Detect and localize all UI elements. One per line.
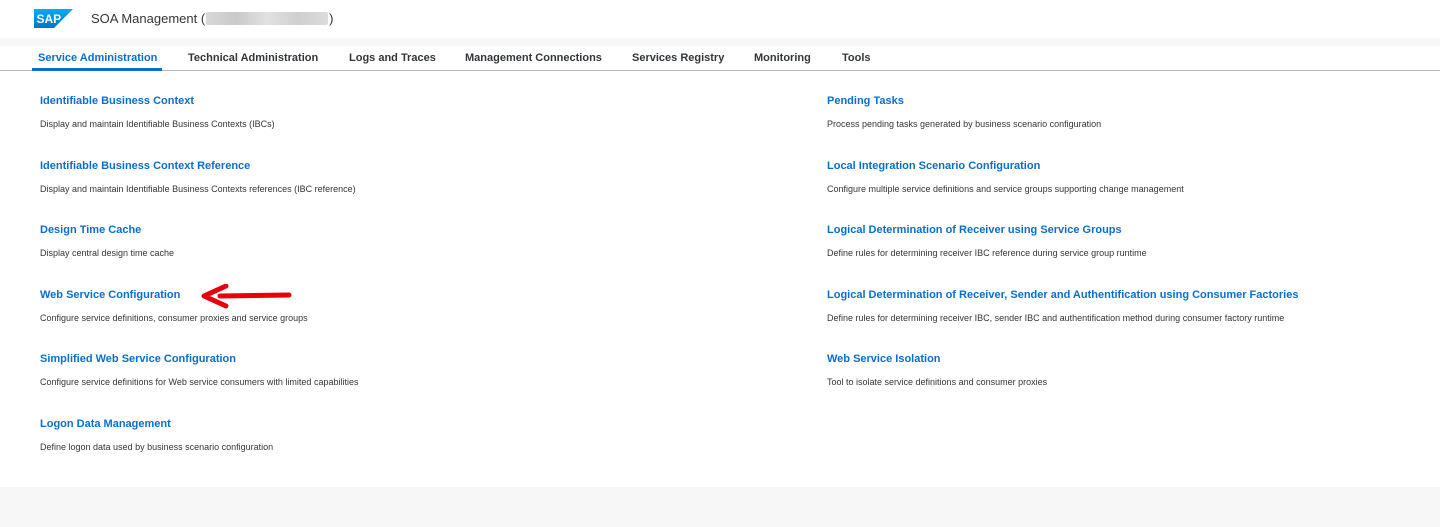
tab-services-registry[interactable]: Services Registry [632, 52, 724, 64]
content-panel: Identifiable Business Context Display an… [0, 71, 1440, 487]
tab-monitoring[interactable]: Monitoring [754, 52, 811, 64]
list-item: Local Integration Scenario Configuration… [827, 160, 1184, 194]
red-arrow-left-icon [201, 284, 292, 309]
shell-bar: SAP SOA Management () [0, 0, 1440, 38]
tab-tools[interactable]: Tools [842, 52, 871, 64]
link-logon-data-management[interactable]: Logon Data Management [40, 418, 273, 430]
tab-service-administration[interactable]: Service Administration [38, 52, 157, 64]
description-text: Define rules for determining receiver IB… [827, 313, 1285, 323]
redacted-system-name [206, 12, 329, 25]
list-item: Logical Determination of Receiver, Sende… [827, 289, 1298, 323]
logo-text: SAP [37, 12, 62, 26]
app-title-text: SOA Management ( [91, 11, 206, 26]
tab-bar: Service Administration Technical Adminis… [0, 46, 1440, 71]
tab-management-connections[interactable]: Management Connections [465, 52, 602, 64]
sap-logo[interactable]: SAP [34, 9, 73, 28]
link-web-service-isolation[interactable]: Web Service Isolation [827, 353, 1047, 365]
app-title-suffix: ) [329, 11, 334, 26]
tab-technical-administration[interactable]: Technical Administration [188, 52, 318, 64]
list-item: Pending Tasks Process pending tasks gene… [827, 95, 1101, 129]
description-text: Display and maintain Identifiable Busine… [40, 119, 275, 129]
app-title: SOA Management () [91, 11, 334, 26]
description-text: Display and maintain Identifiable Busine… [40, 184, 356, 194]
list-item: Web Service Isolation Tool to isolate se… [827, 353, 1047, 387]
tab-logs-and-traces[interactable]: Logs and Traces [349, 52, 436, 64]
link-local-integration-scenario-configuration[interactable]: Local Integration Scenario Configuration [827, 160, 1184, 172]
link-logical-determination-consumer-factories[interactable]: Logical Determination of Receiver, Sende… [827, 289, 1298, 301]
list-item: Identifiable Business Context Display an… [40, 95, 275, 129]
description-text: Display central design time cache [40, 248, 175, 258]
list-item: Logon Data Management Define logon data … [40, 418, 273, 452]
list-item: Simplified Web Service Configuration Con… [40, 353, 358, 387]
link-simplified-web-service-configuration[interactable]: Simplified Web Service Configuration [40, 353, 358, 365]
description-text: Tool to isolate service definitions and … [827, 377, 1048, 387]
description-text: Define rules for determining receiver IB… [827, 248, 1147, 258]
link-logical-determination-service-groups[interactable]: Logical Determination of Receiver using … [827, 224, 1147, 236]
description-text: Configure service definitions for Web se… [40, 377, 359, 387]
list-item: Identifiable Business Context Reference … [40, 160, 356, 194]
list-item: Logical Determination of Receiver using … [827, 224, 1147, 258]
link-identifiable-business-context[interactable]: Identifiable Business Context [40, 95, 275, 107]
description-text: Configure service definitions, consumer … [40, 313, 308, 323]
description-text: Configure multiple service definitions a… [827, 184, 1184, 194]
description-text: Define logon data used by business scena… [40, 442, 274, 452]
link-identifiable-business-context-reference[interactable]: Identifiable Business Context Reference [40, 160, 356, 172]
list-item: Design Time Cache Display central design… [40, 224, 174, 258]
link-pending-tasks[interactable]: Pending Tasks [827, 95, 1101, 107]
link-design-time-cache[interactable]: Design Time Cache [40, 224, 174, 236]
description-text: Process pending tasks generated by busin… [827, 119, 1102, 129]
